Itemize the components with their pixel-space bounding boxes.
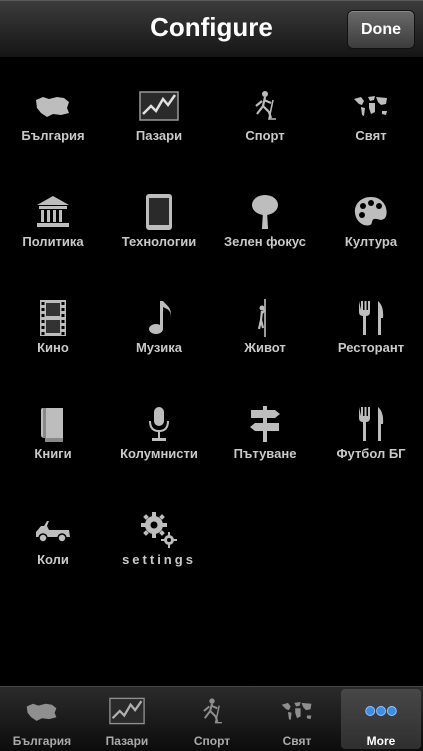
tab-bar: България Пазари Спорт Свят More xyxy=(0,686,423,751)
tab-label: Свят xyxy=(282,734,312,748)
book-icon xyxy=(41,408,63,442)
category-grid: България Пазари Спорт Свят Политика Техн… xyxy=(0,58,423,686)
category-item-settings[interactable]: settings xyxy=(106,482,212,588)
music-note-icon xyxy=(149,301,171,334)
palette-icon xyxy=(354,197,387,226)
category-label: Пазари xyxy=(135,128,183,143)
category-item-politics[interactable]: Политика xyxy=(0,164,106,270)
category-item-bulgaria[interactable]: България xyxy=(0,58,106,164)
hockey-player-icon xyxy=(255,91,276,120)
category-item-life[interactable]: Живот xyxy=(212,270,318,376)
category-item-world[interactable]: Свят xyxy=(318,58,423,164)
jeep-icon xyxy=(36,521,70,543)
category-label: Технологии xyxy=(121,234,197,249)
category-label: Футбол БГ xyxy=(336,446,406,461)
market-chart-icon xyxy=(109,697,145,725)
tab-label: Спорт xyxy=(193,734,231,748)
tab-bulgaria[interactable]: България xyxy=(2,689,82,749)
film-strip-icon xyxy=(40,300,66,336)
category-item-football-bg[interactable]: Футбол БГ xyxy=(318,376,423,482)
signpost-icon xyxy=(250,406,280,442)
category-label: Колумнисти xyxy=(120,446,198,461)
tab-sport[interactable]: Спорт xyxy=(172,689,252,749)
category-item-markets[interactable]: Пазари xyxy=(106,58,212,164)
category-label: Пътуване xyxy=(233,446,297,461)
done-button[interactable]: Done xyxy=(347,10,415,49)
category-label: Коли xyxy=(37,552,69,567)
category-item-columnists[interactable]: Колумнисти xyxy=(106,376,212,482)
tab-label: Пазари xyxy=(105,734,149,748)
navigation-bar: Configure Done xyxy=(0,0,423,58)
category-label: Книги xyxy=(34,446,72,461)
category-label: България xyxy=(21,128,85,143)
world-map-icon xyxy=(354,96,387,116)
tab-world[interactable]: Свят xyxy=(257,689,337,749)
category-item-cars[interactable]: Коли xyxy=(0,482,106,588)
category-label: settings xyxy=(122,552,196,567)
world-map-icon xyxy=(281,702,312,720)
category-label: Кино xyxy=(37,340,69,355)
hockey-player-icon xyxy=(203,698,222,724)
bulgaria-map-icon xyxy=(26,703,57,721)
gears-icon xyxy=(141,512,177,548)
category-item-music[interactable]: Музика xyxy=(106,270,212,376)
fork-knife-icon xyxy=(359,301,384,335)
category-item-books[interactable]: Книги xyxy=(0,376,106,482)
tree-icon xyxy=(252,195,278,229)
tab-more[interactable]: More xyxy=(341,689,421,749)
pole-dancer-icon xyxy=(257,299,266,337)
category-item-travel[interactable]: Пътуване xyxy=(212,376,318,482)
category-item-cinema[interactable]: Кино xyxy=(0,270,106,376)
microphone-icon xyxy=(149,407,169,441)
fork-knife-icon xyxy=(359,407,384,441)
category-item-sport[interactable]: Спорт xyxy=(212,58,318,164)
market-chart-icon xyxy=(139,91,179,121)
more-dots-icon xyxy=(365,706,397,716)
category-label: Свят xyxy=(355,128,387,143)
category-item-green-focus[interactable]: Зелен фокус xyxy=(212,164,318,270)
tab-label: More xyxy=(366,734,396,748)
government-building-icon xyxy=(37,196,69,227)
category-label: Живот xyxy=(244,340,286,355)
category-label: Музика xyxy=(135,340,183,355)
category-label: Ресторант xyxy=(337,340,405,355)
category-label: Спорт xyxy=(245,128,285,143)
tablet-icon xyxy=(146,194,172,230)
category-item-restaurant[interactable]: Ресторант xyxy=(318,270,423,376)
category-label: Култура xyxy=(344,234,398,249)
category-label: Зелен фокус xyxy=(224,234,306,249)
category-label: Политика xyxy=(22,234,84,249)
bulgaria-map-icon xyxy=(36,97,69,117)
tab-markets[interactable]: Пазари xyxy=(87,689,167,749)
tab-label: България xyxy=(12,734,72,748)
category-item-technology[interactable]: Технологии xyxy=(106,164,212,270)
category-item-culture[interactable]: Култура xyxy=(318,164,423,270)
